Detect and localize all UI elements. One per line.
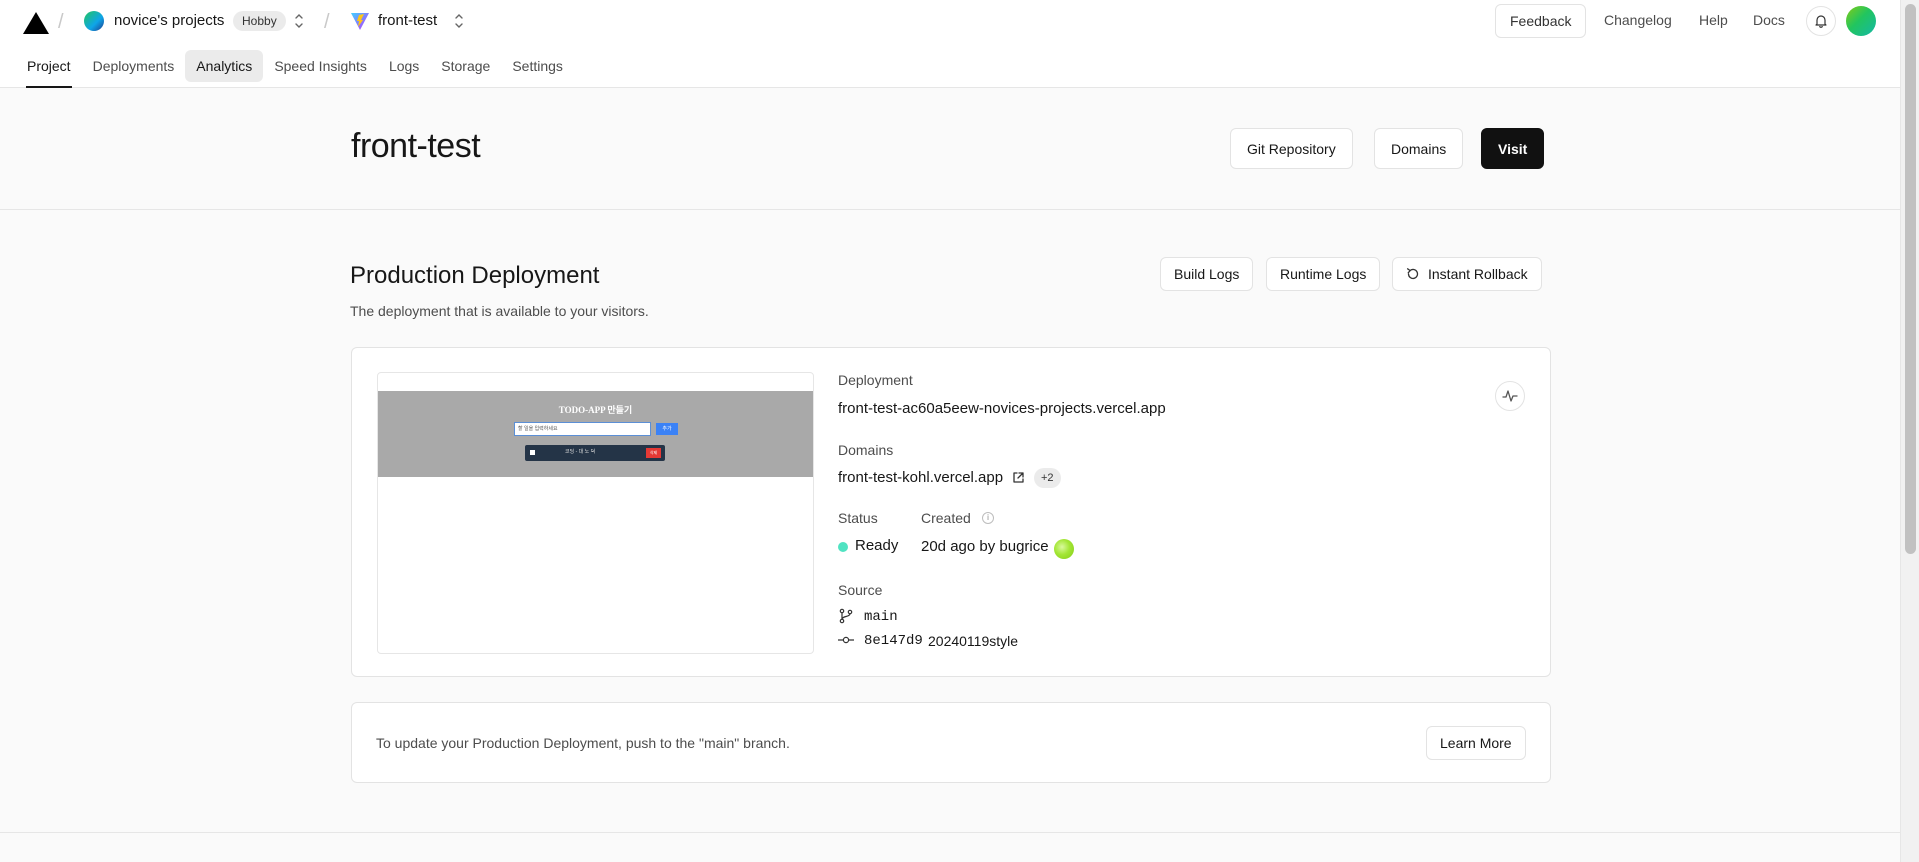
activity-button[interactable]: [1495, 381, 1525, 411]
commit-hash[interactable]: 8e147d9: [864, 633, 923, 649]
changelog-link[interactable]: Changelog: [1604, 12, 1672, 28]
breadcrumb-separator: /: [324, 11, 330, 33]
preview-add-button: 추가: [656, 423, 678, 435]
git-branch-icon: [839, 608, 853, 624]
production-deployment-card: TODO-APP 만들기 할 일을 입력하세요 추가 코딩 - 대 노 덕 삭제…: [351, 347, 1551, 677]
preview-todo-text: 코딩 - 대 노 덕: [565, 449, 596, 455]
preview-input: 할 일을 입력하세요: [514, 422, 651, 436]
help-link[interactable]: Help: [1699, 12, 1728, 28]
created-label: Created: [921, 510, 971, 526]
runtime-logs-button[interactable]: Runtime Logs: [1266, 257, 1381, 291]
visit-button[interactable]: Visit: [1481, 128, 1545, 169]
preview-todo-item: 코딩 - 대 노 덕 삭제: [525, 445, 665, 461]
domains-label: Domains: [838, 442, 894, 458]
team-avatar[interactable]: [84, 11, 104, 31]
team-name[interactable]: novice's projects: [114, 12, 224, 29]
created-value: 20d ago by bugrice: [921, 538, 1049, 555]
tab-deployments[interactable]: Deployments: [82, 50, 186, 82]
chevron-updown-icon[interactable]: [293, 11, 305, 31]
domains-button[interactable]: Domains: [1374, 128, 1464, 169]
section-subtitle: The deployment that is available to your…: [350, 303, 649, 319]
notifications-button[interactable]: [1806, 6, 1836, 36]
preview-app-band: TODO-APP 만들기 할 일을 입력하세요 추가 코딩 - 대 노 덕 삭제: [378, 391, 813, 477]
preview-app-title: TODO-APP 만들기: [558, 405, 633, 415]
more-domains-badge[interactable]: +2: [1034, 468, 1061, 488]
preview-delete-button: 삭제: [646, 448, 661, 458]
docs-link[interactable]: Docs: [1753, 12, 1785, 28]
deployment-url[interactable]: front-test-ac60a5eew-novices-projects.ve…: [838, 400, 1166, 417]
status-value: Ready: [855, 537, 899, 554]
feedback-button[interactable]: Feedback: [1495, 4, 1587, 38]
tab-storage[interactable]: Storage: [430, 50, 501, 82]
top-header: / novice's projects Hobby / front-test F…: [0, 0, 1900, 88]
activity-icon: [1502, 390, 1518, 402]
push-info-card: To update your Production Deployment, pu…: [351, 702, 1551, 783]
rollback-icon: [1406, 268, 1419, 280]
tab-speed-insights[interactable]: Speed Insights: [263, 50, 378, 82]
deployment-preview[interactable]: TODO-APP 만들기 할 일을 입력하세요 추가 코딩 - 대 노 덕 삭제: [377, 372, 814, 654]
page-scrollbar[interactable]: [1900, 0, 1919, 862]
source-label: Source: [838, 582, 883, 598]
status-label: Status: [838, 510, 878, 526]
instant-rollback-button[interactable]: Instant Rollback: [1392, 257, 1542, 291]
info-icon[interactable]: i: [982, 512, 994, 524]
build-logs-button[interactable]: Build Logs: [1160, 257, 1254, 291]
section-title: Production Deployment: [350, 262, 600, 289]
section-divider: [0, 832, 1900, 833]
project-tabs: Project Deployments Analytics Speed Insi…: [16, 50, 574, 88]
commit-message: 20240119style: [928, 633, 1019, 649]
tab-project[interactable]: Project: [16, 50, 82, 88]
breadcrumb-separator: /: [58, 11, 64, 33]
user-avatar[interactable]: [1846, 6, 1876, 36]
tab-analytics[interactable]: Analytics: [185, 50, 264, 82]
chevron-updown-icon[interactable]: [453, 11, 465, 31]
creator-avatar[interactable]: [1054, 539, 1074, 559]
vite-project-icon: [351, 13, 369, 30]
git-commit-icon: [838, 636, 854, 644]
git-repository-button[interactable]: Git Repository: [1230, 128, 1353, 169]
instant-rollback-label: Instant Rollback: [1428, 266, 1528, 282]
preview-checkbox: [530, 450, 535, 455]
bell-icon: [1815, 15, 1827, 28]
tab-logs[interactable]: Logs: [378, 50, 430, 82]
plan-badge: Hobby: [233, 11, 286, 31]
push-info-text: To update your Production Deployment, pu…: [376, 735, 790, 751]
learn-more-button[interactable]: Learn More: [1426, 726, 1526, 760]
tab-settings[interactable]: Settings: [501, 50, 574, 82]
external-link-icon[interactable]: [1012, 471, 1025, 484]
vercel-logo-icon[interactable]: [23, 12, 49, 34]
page-title: front-test: [351, 127, 481, 165]
scrollbar-thumb[interactable]: [1905, 4, 1916, 554]
domain-link[interactable]: front-test-kohl.vercel.app: [838, 469, 1003, 486]
branch-name[interactable]: main: [864, 609, 898, 625]
status-ready-dot: [838, 542, 848, 552]
project-hero: front-test Git Repository Domains Visit: [0, 89, 1900, 210]
project-name[interactable]: front-test: [378, 12, 437, 29]
deployment-label: Deployment: [838, 372, 913, 388]
